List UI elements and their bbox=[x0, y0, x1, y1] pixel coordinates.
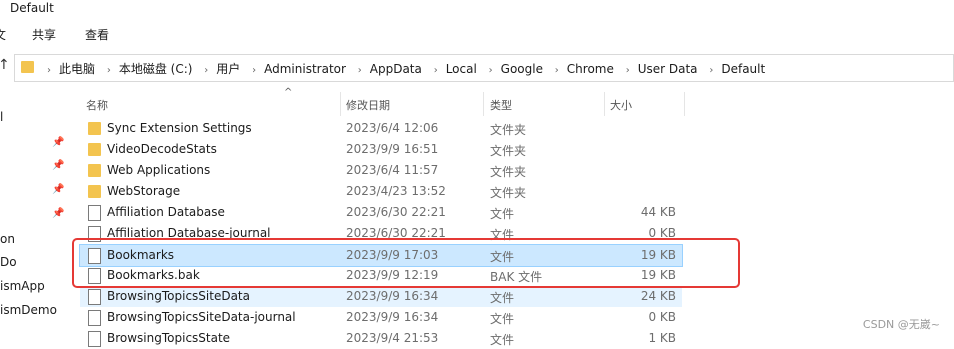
file-size: 1 KB bbox=[648, 331, 676, 345]
chevron-right-icon[interactable]: › bbox=[481, 65, 501, 76]
file-name: WebStorage bbox=[107, 184, 181, 198]
watermark: CSDN @无崴~ bbox=[862, 318, 940, 331]
chevron-right-icon[interactable]: › bbox=[618, 65, 638, 76]
tab-view[interactable]: 查看 bbox=[85, 26, 109, 43]
column-header: ^ 名称 修改日期 类型 大小 bbox=[80, 87, 690, 116]
file-type: 文件 bbox=[490, 333, 515, 347]
crumb-chrome[interactable]: Chrome bbox=[567, 62, 614, 76]
file-date: 2023/9/9 16:51 bbox=[346, 142, 439, 156]
chevron-right-icon[interactable]: › bbox=[350, 65, 370, 76]
chevron-right-icon[interactable]: › bbox=[547, 65, 567, 76]
file-name: Web Applications bbox=[107, 163, 211, 177]
crumb-user-data[interactable]: User Data bbox=[638, 62, 698, 76]
table-row[interactable]: Sync Extension Settings 2023/6/4 12:06 文件夹 bbox=[80, 118, 682, 139]
folder-icon bbox=[88, 185, 101, 198]
table-row[interactable]: Web Applications 2023/6/4 11:57 文件夹 bbox=[80, 160, 682, 181]
pin-icon: 📌 bbox=[52, 137, 65, 148]
file-name: BrowsingTopicsSiteData bbox=[107, 289, 250, 303]
file-name: Affiliation Database bbox=[107, 205, 225, 219]
column-name[interactable]: 名称 bbox=[86, 97, 108, 113]
file-type: 文件 bbox=[490, 291, 515, 305]
column-date[interactable]: 修改日期 bbox=[346, 97, 390, 113]
file-type: 文件夹 bbox=[490, 123, 527, 137]
file-type: 文件夹 bbox=[490, 165, 527, 179]
address-bar[interactable]: › 此电脑 › 本地磁盘 (C:) › 用户 › Administrator › AppD… bbox=[14, 54, 954, 82]
file-date: 2023/6/30 22:21 bbox=[346, 205, 446, 219]
table-row[interactable]: BrowsingTopicsSiteData 2023/9/9 16:34 文件 24… bbox=[80, 286, 682, 307]
file-type: 文件 bbox=[490, 207, 515, 221]
column-divider[interactable] bbox=[684, 92, 685, 116]
file-date: 2023/6/4 12:06 bbox=[346, 121, 439, 135]
sidebar-item[interactable]: Do bbox=[0, 255, 17, 269]
crumb-local[interactable]: Local bbox=[446, 62, 477, 76]
sidebar-item[interactable]: l bbox=[0, 110, 3, 124]
column-divider[interactable] bbox=[340, 92, 341, 116]
crumb-google[interactable]: Google bbox=[501, 62, 543, 76]
file-type: 文件夹 bbox=[490, 144, 527, 158]
table-row[interactable]: VideoDecodeStats 2023/9/9 16:51 文件夹 bbox=[80, 139, 682, 160]
breadcrumb: › 此电脑 › 本地磁盘 (C:) › 用户 › Administrator › AppD… bbox=[39, 60, 765, 77]
file-icon bbox=[88, 289, 101, 305]
navigation-pane: l 📌 📌 📌 📌 on Do ismApp ismDemo bbox=[0, 90, 70, 339]
folder-icon bbox=[88, 143, 101, 156]
chevron-right-icon[interactable]: › bbox=[426, 65, 446, 76]
chevron-right-icon[interactable]: › bbox=[244, 65, 264, 76]
file-date: 2023/4/23 13:52 bbox=[346, 184, 446, 198]
up-arrow-icon[interactable]: ↑ bbox=[0, 57, 10, 73]
window-title: Default bbox=[10, 1, 54, 15]
column-type[interactable]: 类型 bbox=[490, 97, 512, 113]
file-icon bbox=[88, 310, 101, 326]
table-row[interactable]: Affiliation Database 2023/6/30 22:21 文件 44 … bbox=[80, 202, 682, 223]
sidebar-item[interactable]: ismDemo bbox=[0, 303, 57, 317]
folder-icon bbox=[88, 164, 101, 177]
file-date: 2023/9/9 16:34 bbox=[346, 310, 439, 324]
title-bar: Default bbox=[0, 0, 954, 18]
file-date: 2023/9/9 16:34 bbox=[346, 289, 439, 303]
file-name: BrowsingTopicsState bbox=[107, 331, 231, 345]
chevron-right-icon[interactable]: › bbox=[196, 65, 216, 76]
address-bar-row: ↑ › 此电脑 › 本地磁盘 (C:) › 用户 › Administrator › Ap… bbox=[0, 52, 954, 82]
column-divider[interactable] bbox=[483, 92, 484, 116]
tab-share[interactable]: 共享 bbox=[32, 26, 56, 43]
folder-icon bbox=[21, 61, 34, 73]
table-row[interactable]: WebStorage 2023/4/23 13:52 文件夹 bbox=[80, 181, 682, 202]
chevron-right-icon[interactable]: › bbox=[39, 65, 59, 76]
file-type: 文件夹 bbox=[490, 186, 527, 200]
folder-icon bbox=[88, 122, 101, 135]
file-list: Sync Extension Settings 2023/6/4 12:06 文件夹… bbox=[79, 118, 690, 347]
file-icon bbox=[88, 331, 101, 347]
chevron-right-icon[interactable]: › bbox=[99, 65, 119, 76]
file-icon bbox=[88, 205, 101, 221]
file-date: 2023/6/4 11:57 bbox=[346, 163, 439, 177]
pin-icon: 📌 bbox=[52, 184, 65, 195]
file-name: VideoDecodeStats bbox=[107, 142, 217, 156]
pin-icon: 📌 bbox=[52, 208, 65, 219]
sidebar-item[interactable]: ismApp bbox=[0, 279, 45, 293]
ribbon-tabs: 文 共享 查看 bbox=[0, 20, 954, 46]
column-size[interactable]: 大小 bbox=[610, 97, 632, 113]
pin-icon: 📌 bbox=[52, 160, 65, 171]
file-type: 文件 bbox=[490, 312, 515, 326]
crumb-appdata[interactable]: AppData bbox=[370, 62, 422, 76]
file-size: 0 KB bbox=[648, 310, 676, 324]
red-highlight-box bbox=[72, 238, 740, 288]
tab-file[interactable]: 文 bbox=[0, 26, 6, 43]
sort-up-icon: ^ bbox=[284, 87, 293, 98]
column-divider[interactable] bbox=[604, 92, 605, 116]
file-name: Sync Extension Settings bbox=[107, 121, 252, 135]
file-date: 2023/9/4 21:53 bbox=[346, 331, 439, 345]
table-row[interactable]: BrowsingTopicsSiteData-journal 2023/9/9 1… bbox=[80, 307, 682, 328]
crumb-this-pc[interactable]: 此电脑 bbox=[59, 62, 95, 76]
file-name: BrowsingTopicsSiteData-journal bbox=[107, 310, 296, 324]
crumb-users[interactable]: 用户 bbox=[216, 62, 240, 76]
crumb-administrator[interactable]: Administrator bbox=[264, 62, 346, 76]
sidebar-item[interactable]: on bbox=[0, 232, 15, 246]
file-size: 24 KB bbox=[640, 289, 676, 303]
crumb-local-disk[interactable]: 本地磁盘 (C:) bbox=[119, 62, 193, 76]
crumb-default[interactable]: Default bbox=[721, 62, 765, 76]
chevron-right-icon[interactable]: › bbox=[701, 65, 721, 76]
file-size: 44 KB bbox=[640, 205, 676, 219]
